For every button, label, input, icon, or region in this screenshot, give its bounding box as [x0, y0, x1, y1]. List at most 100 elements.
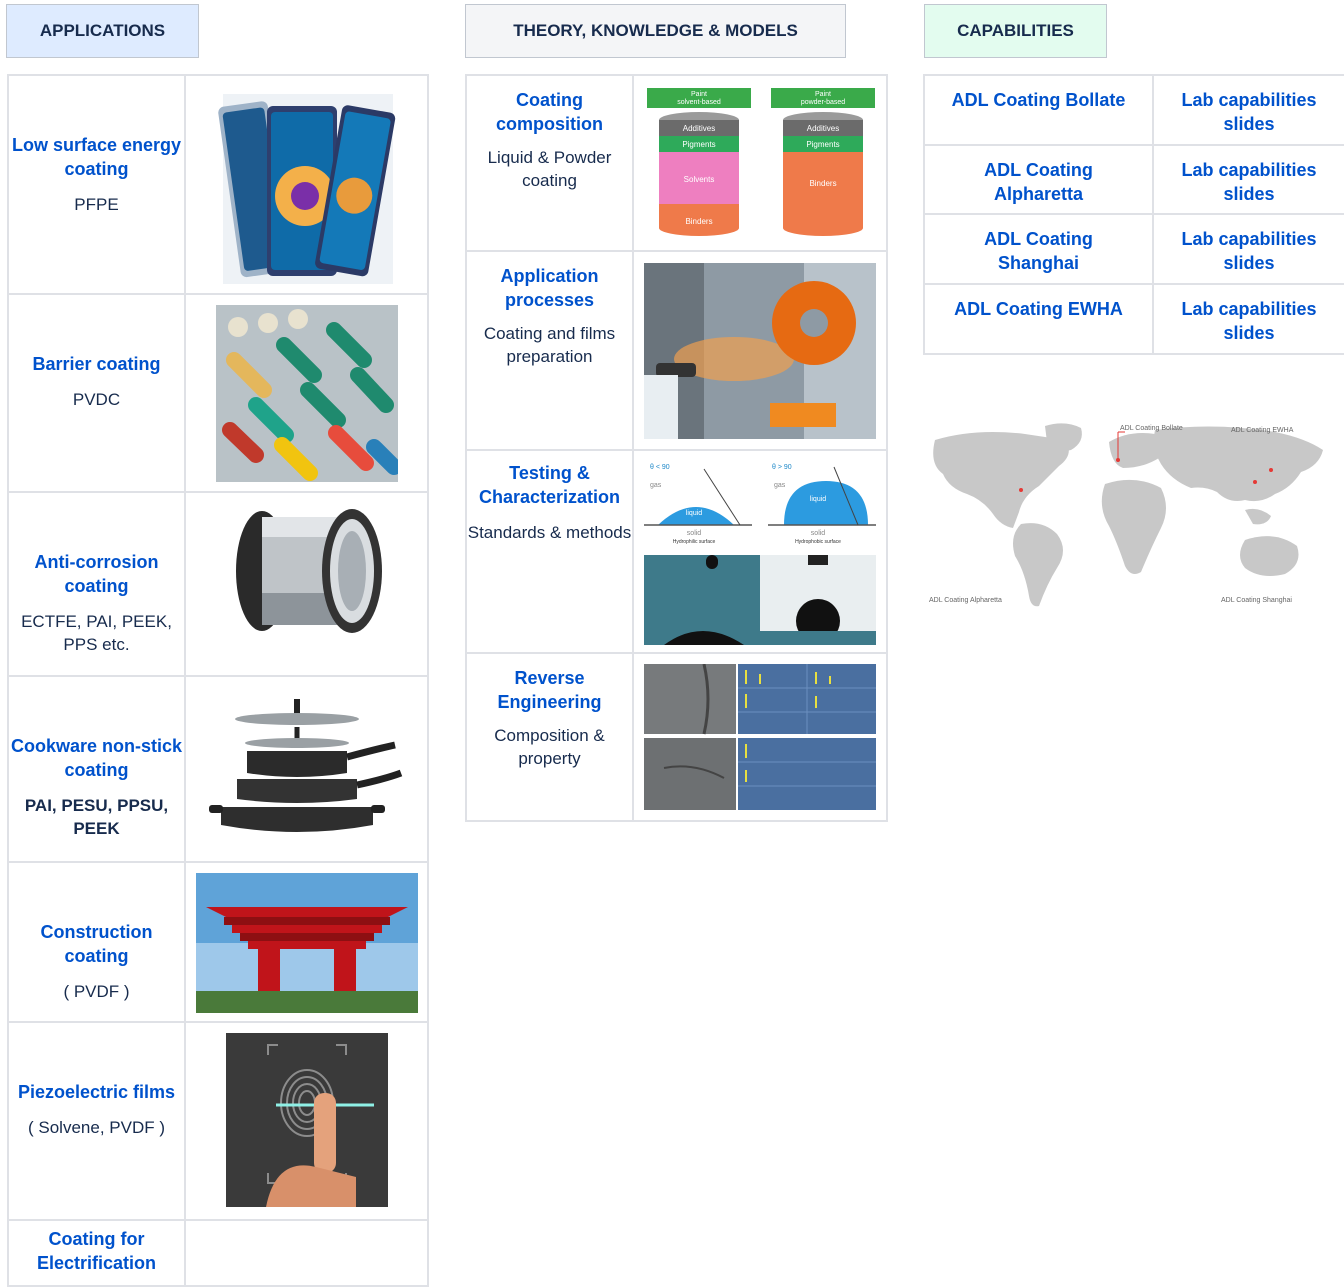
- theory-title-link[interactable]: Application processes: [467, 264, 632, 312]
- lab-capabilities-link[interactable]: Lab capabilities slides: [1181, 229, 1316, 273]
- theory-text-cell: Application processes Coating and films …: [465, 250, 634, 451]
- application-title-link[interactable]: Piezoelectric films: [9, 1080, 184, 1104]
- application-image-cell: [184, 491, 429, 677]
- capability-site-link[interactable]: ADL Coating EWHA: [954, 299, 1123, 319]
- map-label-alpharetta: ADL Coating Alpharetta: [929, 597, 1002, 604]
- theory-subtitle: Liquid & Powder coating: [487, 148, 612, 190]
- table-row: ADL Coating Shanghai Lab capabilities sl…: [923, 213, 1344, 285]
- application-text-cell: Low surface energy coating PFPE: [7, 74, 186, 295]
- theory-image-cell: [632, 652, 888, 822]
- theory-image-cell: θ < 90 θ > 90 gas gas liquid liquid soli…: [632, 449, 888, 654]
- capability-link-cell: Lab capabilities slides: [1152, 74, 1344, 146]
- gas-label: gas: [650, 482, 662, 489]
- foldable-phone-image: [217, 94, 395, 284]
- application-image-cell: [184, 861, 429, 1023]
- australia-shape: [1240, 536, 1299, 576]
- map-label-shanghai: ADL Coating Shanghai: [1221, 597, 1292, 604]
- table-row: Barrier coating PVDC: [7, 293, 429, 493]
- applications-header: APPLICATIONS: [6, 4, 199, 58]
- application-image-cell: [184, 293, 429, 493]
- additives-label: Additives: [807, 124, 839, 133]
- blister-pack-image: [215, 305, 398, 482]
- application-title-link[interactable]: Barrier coating: [9, 352, 184, 376]
- capability-site-link[interactable]: ADL Coating Alpharetta: [984, 160, 1093, 204]
- spray-coating-image: [644, 263, 876, 439]
- table-row: ADL Coating EWHA Lab capabilities slides: [923, 283, 1344, 355]
- table-row: ADL Coating Alpharetta Lab capabilities …: [923, 144, 1344, 215]
- capability-link-cell: Lab capabilities slides: [1152, 213, 1344, 285]
- theory-image-cell: Paint solvent-based Paint powder-based A…: [632, 74, 888, 252]
- capability-site-cell: ADL Coating EWHA: [923, 283, 1154, 355]
- theory-title-link[interactable]: Testing & Characterization: [467, 461, 632, 509]
- capability-link-cell: Lab capabilities slides: [1152, 144, 1344, 215]
- application-text-cell: Coating for Electrification: [7, 1219, 186, 1287]
- south-america-shape: [1013, 523, 1063, 607]
- application-subtitle: PFPE: [74, 195, 119, 214]
- sem-eds-image: [644, 664, 876, 810]
- application-title-link[interactable]: Anti-corrosion coating: [9, 550, 184, 598]
- theory-subtitle: Coating and films preparation: [483, 324, 616, 366]
- solid-label: solid: [811, 530, 826, 537]
- capability-site-cell: ADL Coating Alpharetta: [923, 144, 1154, 215]
- southeast-asia-shape: [1245, 508, 1271, 525]
- map-label-ewha: ADL Coating EWHA: [1231, 427, 1294, 434]
- table-row: Construction coating ( PVDF ): [7, 861, 429, 1023]
- table-row: Low surface energy coating PFPE: [7, 74, 429, 295]
- application-subtitle: PVDC: [72, 390, 121, 409]
- tag-right-1: Paint: [815, 91, 831, 98]
- application-text-cell: Barrier coating PVDC: [7, 293, 186, 493]
- contact-angle-image: θ < 90 θ > 90 gas gas liquid liquid soli…: [644, 459, 876, 645]
- tag-right-2: powder-based: [801, 99, 845, 106]
- application-text-cell: Anti-corrosion coating ECTFE, PAI, PEEK,…: [7, 491, 186, 677]
- lab-capabilities-link[interactable]: Lab capabilities slides: [1181, 90, 1316, 134]
- capabilities-header-label: CAPABILITIES: [957, 21, 1074, 40]
- theory-header: THEORY, KNOWLEDGE & MODELS: [465, 4, 846, 58]
- solvents-label: Solvents: [684, 175, 715, 184]
- theory-title-link[interactable]: Coating composition: [467, 88, 632, 136]
- table-row: Piezoelectric films ( Solvene, PVDF ): [7, 1021, 429, 1221]
- lab-capabilities-link[interactable]: Lab capabilities slides: [1181, 160, 1316, 204]
- binders-label: Binders: [809, 179, 836, 188]
- asia-shape: [1153, 426, 1323, 502]
- capabilities-header: CAPABILITIES: [924, 4, 1107, 58]
- theory-title-link[interactable]: Reverse Engineering: [467, 666, 632, 714]
- theory-header-label: THEORY, KNOWLEDGE & MODELS: [513, 21, 798, 40]
- map-label-bollate: ADL Coating Bollate: [1120, 425, 1183, 432]
- pigments-label: Pigments: [806, 140, 839, 149]
- application-title-link[interactable]: Coating for Electrification: [9, 1227, 184, 1275]
- theory-subtitle: Standards & methods: [467, 523, 632, 542]
- application-subtitle: ( Solvene, PVDF ): [28, 1118, 165, 1137]
- application-subtitle: ( PVDF ): [63, 982, 130, 1001]
- table-row: Coating composition Liquid & Powder coat…: [465, 74, 888, 252]
- capability-site-link[interactable]: ADL Coating Shanghai: [984, 229, 1093, 273]
- theory-text-cell: Coating composition Liquid & Powder coat…: [465, 74, 634, 252]
- application-text-cell: Piezoelectric films ( Solvene, PVDF ): [7, 1021, 186, 1221]
- theory-text-cell: Testing & Characterization Standards & m…: [465, 449, 634, 654]
- application-image-cell: [184, 74, 429, 295]
- theory-subtitle: Composition & property: [494, 726, 605, 768]
- solid-label: solid: [687, 530, 702, 537]
- lab-capabilities-link[interactable]: Lab capabilities slides: [1181, 299, 1316, 343]
- application-title-link[interactable]: Cookware non-stick coating: [9, 734, 184, 782]
- application-title-link[interactable]: Low surface energy coating: [9, 133, 184, 181]
- table-row: Anti-corrosion coating ECTFE, PAI, PEEK,…: [7, 491, 429, 677]
- table-row: Testing & Characterization Standards & m…: [465, 449, 888, 654]
- cookware-image: [208, 699, 402, 832]
- capabilities-table: ADL Coating Bollate Lab capabilities sli…: [923, 74, 1344, 355]
- gas-label: gas: [774, 482, 786, 489]
- capability-site-cell: ADL Coating Shanghai: [923, 213, 1154, 285]
- application-title-link[interactable]: Construction coating: [9, 920, 184, 968]
- table-row: Reverse Engineering Composition & proper…: [465, 652, 888, 822]
- application-image-cell: [184, 1219, 429, 1287]
- applications-header-label: APPLICATIONS: [39, 21, 166, 40]
- table-row: Application processes Coating and films …: [465, 250, 888, 451]
- application-image-cell: [184, 675, 429, 863]
- capability-site-link[interactable]: ADL Coating Bollate: [952, 90, 1126, 110]
- applications-table: Low surface energy coating PFPE Barrier …: [7, 74, 429, 1287]
- africa-shape: [1101, 479, 1166, 574]
- tag-left-1: Paint: [691, 91, 707, 98]
- theory-table: Coating composition Liquid & Powder coat…: [465, 74, 888, 822]
- liquid-label: liquid: [686, 510, 702, 517]
- tag-left-2: solvent-based: [677, 99, 721, 106]
- application-image-cell: [184, 1021, 429, 1221]
